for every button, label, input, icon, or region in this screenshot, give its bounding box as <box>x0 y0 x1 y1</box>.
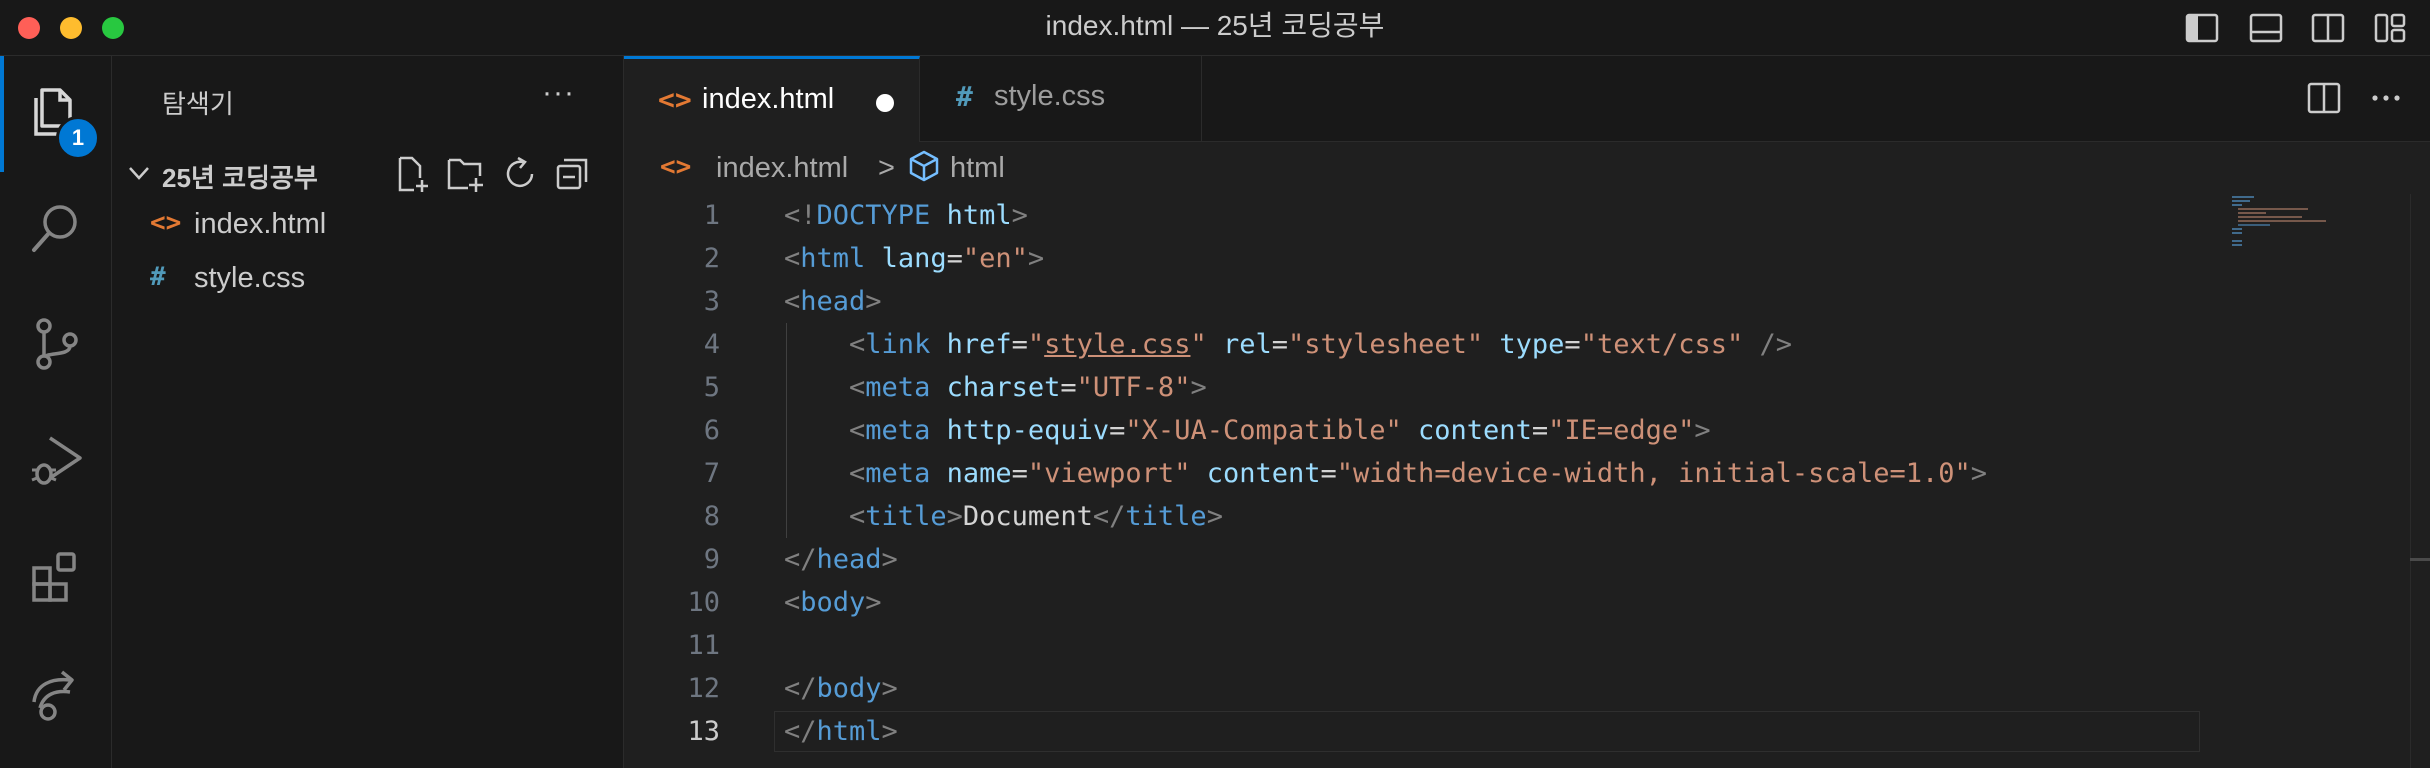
file-name: style.css <box>194 262 306 294</box>
breadcrumb-symbol[interactable]: html <box>950 152 1005 185</box>
code-text: <head> <box>784 286 882 317</box>
window-title: index.html — 25년 코딩공부 <box>1045 10 1385 41</box>
code-line[interactable]: 2 <html lang="en"> <box>624 237 2430 280</box>
vertical-scrollbar[interactable] <box>2410 194 2430 768</box>
code-text: <title>Document</title> <box>849 501 1223 532</box>
html-file-icon: <> <box>658 83 692 116</box>
toggle-panel-icon[interactable] <box>2248 10 2284 46</box>
explorer-sidebar: 탐색기 ··· 25년 코딩공부 <> index.html # style.c… <box>112 56 624 768</box>
remote-explorer-activity-button[interactable] <box>0 636 112 752</box>
code-line[interactable]: 11 <box>624 624 2430 667</box>
code-line[interactable]: 12 </body> <box>624 667 2430 710</box>
editor-tab-bar: <> index.html # style.css <box>624 56 2430 142</box>
line-number: 1 <box>703 200 720 231</box>
chevron-down-icon <box>126 160 152 186</box>
code-text: </body> <box>784 673 898 704</box>
extensions-icon <box>26 546 86 611</box>
activity-bar: 1 <box>0 56 112 768</box>
line-number: 9 <box>703 544 720 575</box>
line-number: 11 <box>687 630 720 661</box>
tab-label: style.css <box>994 80 1106 112</box>
explorer-file-item[interactable]: # style.css <box>112 252 622 304</box>
code-text: <link href="style.css" rel="stylesheet" … <box>849 329 1793 360</box>
line-number: 13 <box>687 716 720 747</box>
code-text: </html> <box>784 716 898 747</box>
code-text: <body> <box>784 587 882 618</box>
code-text: <meta charset="UTF-8"> <box>849 372 1207 403</box>
source-control-activity-button[interactable] <box>0 288 112 404</box>
symbol-element-icon <box>906 148 942 189</box>
code-line[interactable]: 7 <meta name="viewport" content="width=d… <box>624 452 2430 495</box>
code-text: <meta name="viewport" content="width=dev… <box>849 458 1988 489</box>
html-file-icon: <> <box>660 152 692 182</box>
new-folder-icon[interactable] <box>446 154 486 194</box>
line-number: 12 <box>687 673 720 704</box>
extensions-activity-button[interactable] <box>0 520 112 636</box>
code-editor[interactable]: 1 <!DOCTYPE html> 2 <html lang="en"> 3 <… <box>624 194 2430 768</box>
scrollbar-cursor-marker <box>2410 558 2430 561</box>
line-number: 10 <box>687 587 720 618</box>
code-line[interactable]: 5 <meta charset="UTF-8"> <box>624 366 2430 409</box>
source-control-icon <box>26 314 86 379</box>
line-number: 4 <box>703 329 720 360</box>
breadcrumb-file[interactable]: index.html <box>716 152 848 185</box>
workspace-folder-name: 25년 코딩공부 <box>162 163 318 193</box>
sidebar-title: 탐색기 <box>162 89 234 119</box>
tab-label: index.html <box>702 83 835 115</box>
split-editor-icon[interactable] <box>2304 78 2344 118</box>
css-file-icon: # <box>956 80 973 113</box>
line-number: 3 <box>703 286 720 317</box>
html-file-icon: <> <box>150 208 182 238</box>
tab-style-css[interactable]: # style.css <box>920 56 1202 142</box>
run-debug-icon <box>26 430 86 495</box>
code-line[interactable]: 1 <!DOCTYPE html> <box>624 194 2430 237</box>
line-number: 6 <box>703 415 720 446</box>
toggle-secondary-sidebar-icon[interactable] <box>2310 10 2346 46</box>
refresh-icon[interactable] <box>500 154 540 194</box>
explorer-file-item[interactable]: <> index.html <box>112 198 622 250</box>
run-debug-activity-button[interactable] <box>0 404 112 520</box>
code-line[interactable]: 13 </html> <box>624 710 2430 753</box>
title-bar: index.html — 25년 코딩공부 <box>0 0 2430 56</box>
new-file-icon[interactable] <box>392 154 432 194</box>
toggle-primary-sidebar-icon[interactable] <box>2184 10 2220 46</box>
breadcrumb: <> index.html > html <box>624 142 2430 194</box>
customize-layout-icon[interactable] <box>2372 10 2408 46</box>
sidebar-more-actions-button[interactable]: ··· <box>542 76 575 110</box>
search-activity-button[interactable] <box>0 172 112 288</box>
line-number: 7 <box>703 458 720 489</box>
minimap[interactable] <box>2232 194 2372 274</box>
code-line[interactable]: 3 <head> <box>624 280 2430 323</box>
workspace-folder-header[interactable]: 25년 코딩공부 <box>112 148 622 198</box>
tab-index-html[interactable]: <> index.html <box>624 56 920 142</box>
css-file-icon: # <box>150 262 166 292</box>
code-text: <meta http-equiv="X-UA-Compatible" conte… <box>849 415 1711 446</box>
collapse-all-icon[interactable] <box>552 154 592 194</box>
line-number: 2 <box>703 243 720 274</box>
line-number: 8 <box>703 501 720 532</box>
code-line[interactable]: 10 <body> <box>624 581 2430 624</box>
code-line[interactable]: 9 </head> <box>624 538 2430 581</box>
more-actions-icon[interactable] <box>2366 78 2406 118</box>
remote-explorer-icon <box>26 662 86 727</box>
breadcrumb-separator: > <box>878 152 895 184</box>
code-text: <html lang="en"> <box>784 243 1045 274</box>
unsaved-changes-dot[interactable] <box>876 94 894 112</box>
search-icon <box>26 198 86 263</box>
code-line[interactable]: 6 <meta http-equiv="X-UA-Compatible" con… <box>624 409 2430 452</box>
line-number: 5 <box>703 372 720 403</box>
explorer-activity-button[interactable]: 1 <box>0 56 112 172</box>
code-text: <!DOCTYPE html> <box>784 200 1028 231</box>
code-line[interactable]: 8 <title>Document</title> <box>624 495 2430 538</box>
file-name: index.html <box>194 208 327 240</box>
code-text: </head> <box>784 544 898 575</box>
active-indicator <box>0 56 4 172</box>
explorer-badge: 1 <box>56 116 100 160</box>
code-line[interactable]: 4 <link href="style.css" rel="stylesheet… <box>624 323 2430 366</box>
